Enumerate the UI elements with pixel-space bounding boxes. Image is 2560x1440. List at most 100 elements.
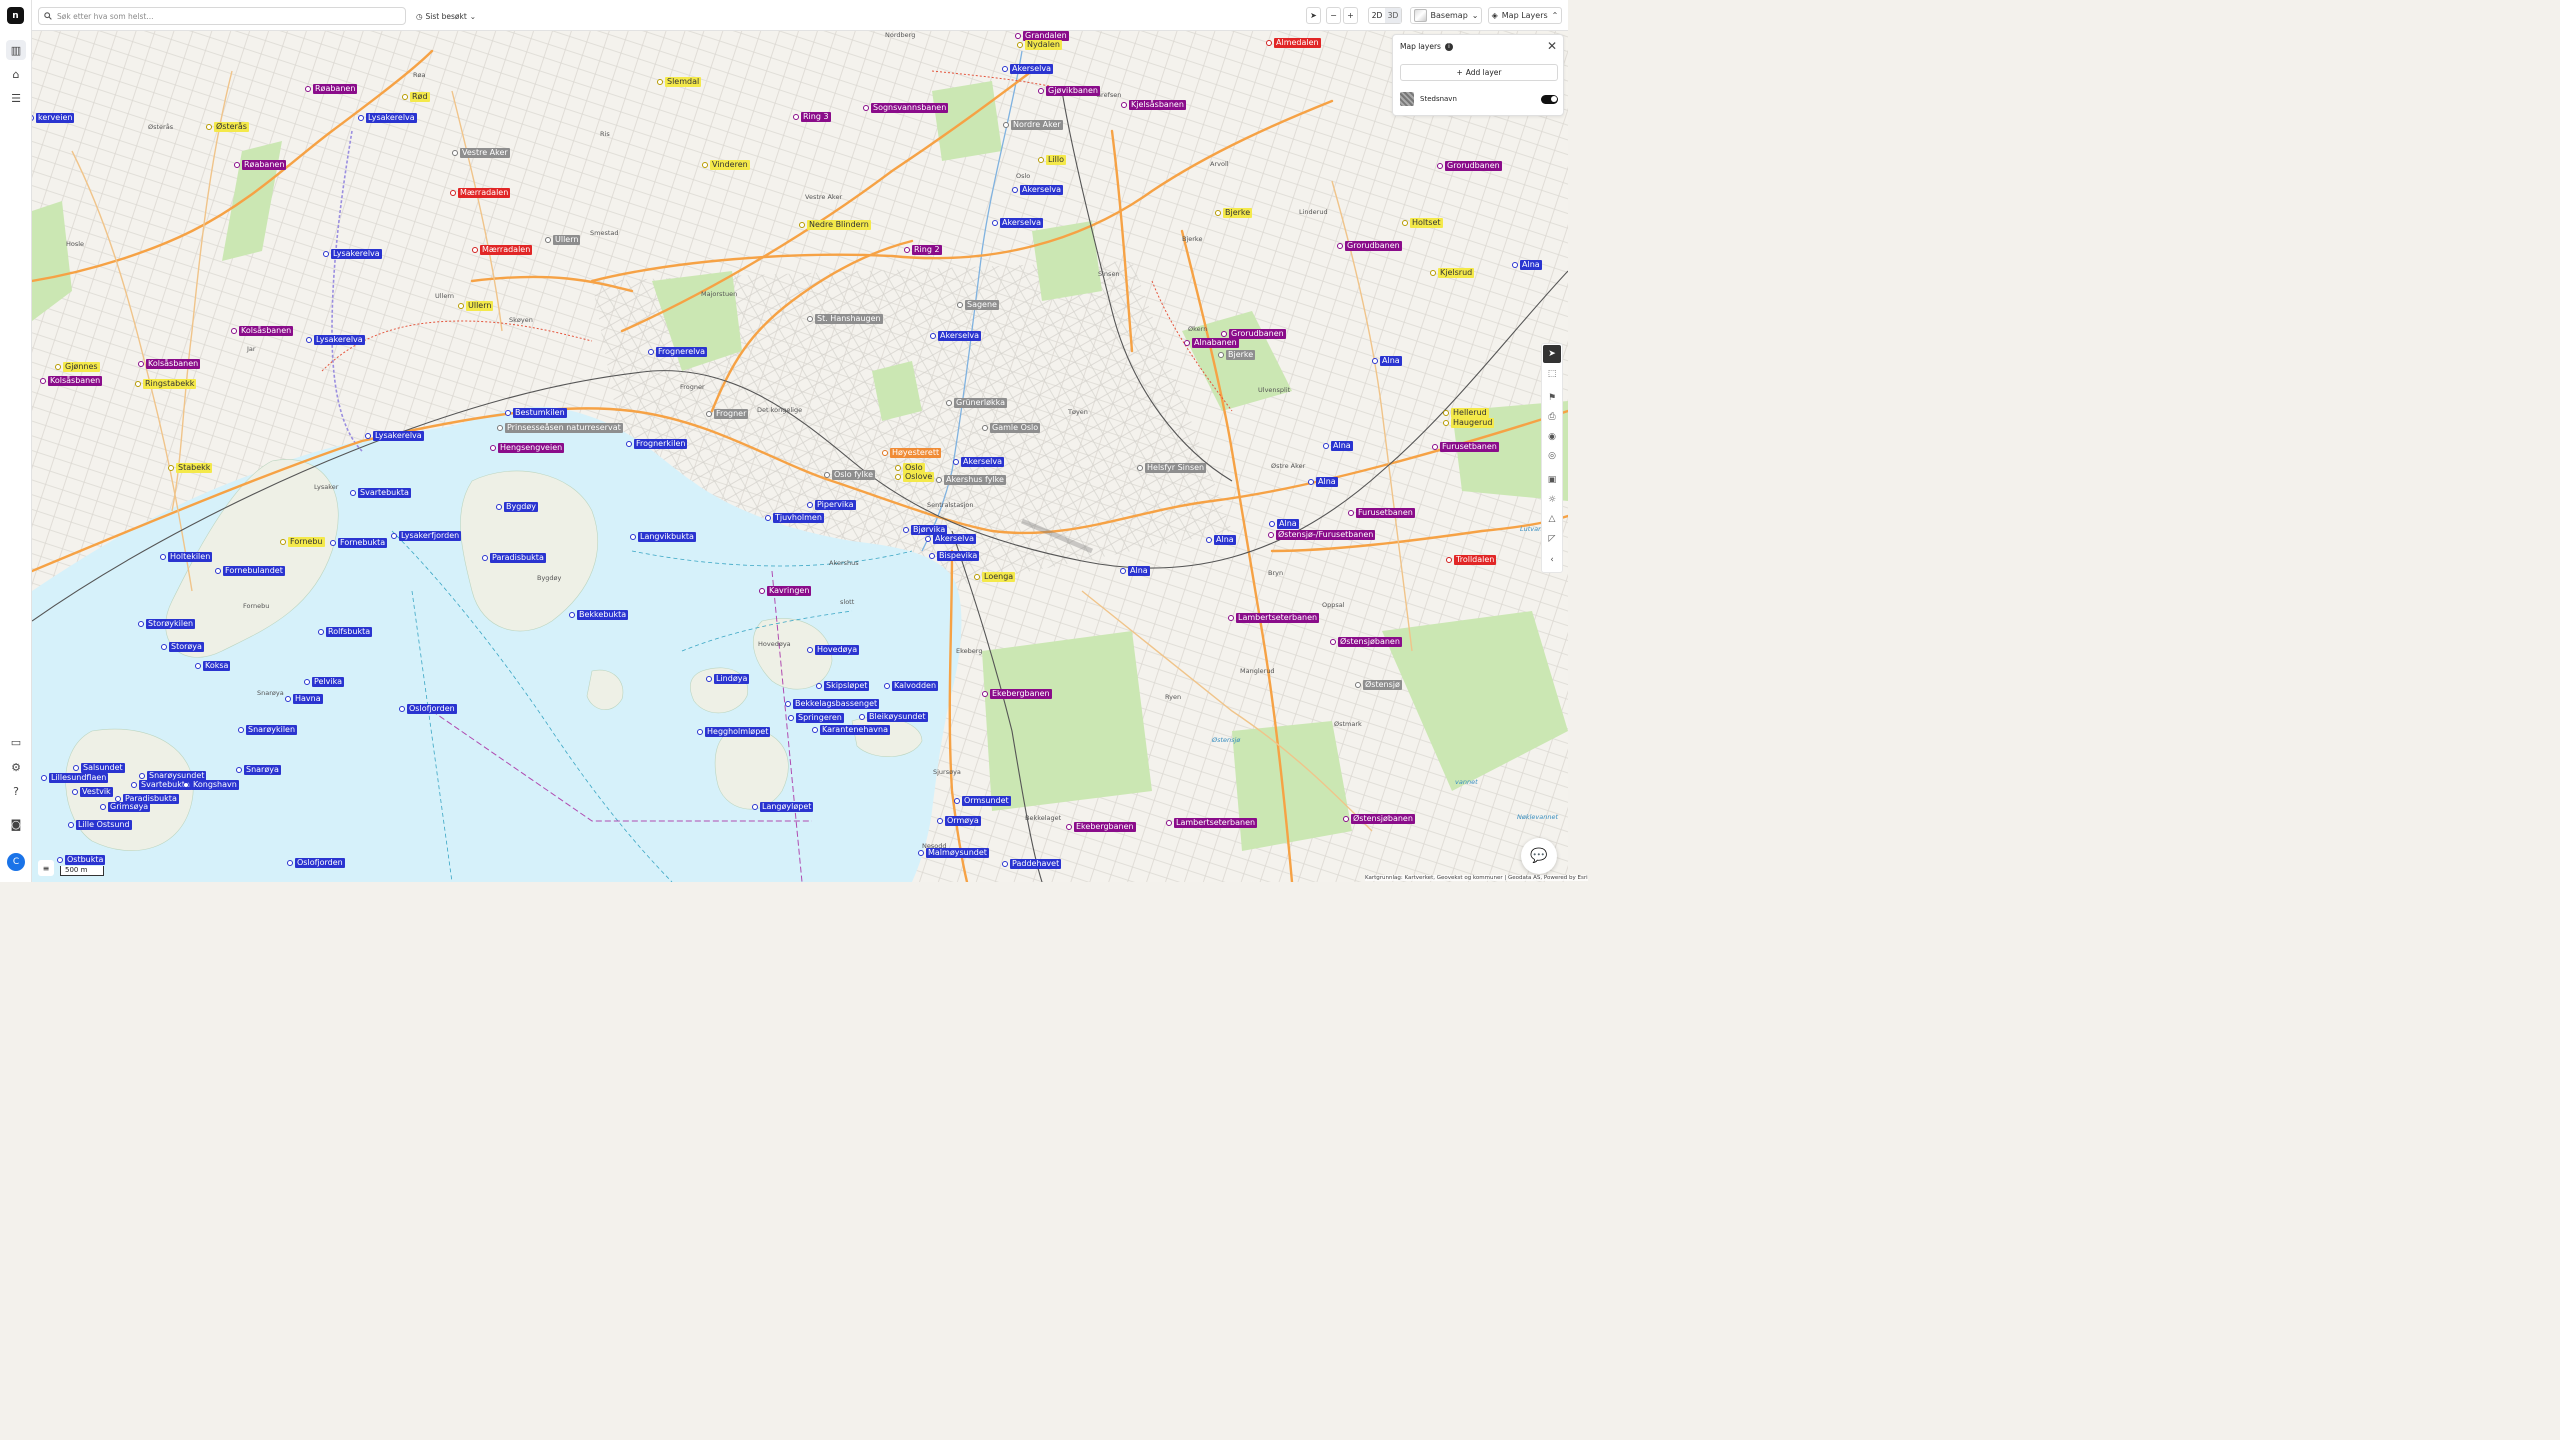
target-icon[interactable]: ◎ bbox=[1543, 447, 1561, 465]
place-label[interactable]: Kolsåsbanen bbox=[40, 376, 103, 386]
layer-visibility-toggle[interactable] bbox=[1541, 94, 1558, 104]
place-label[interactable]: Furusetbanen bbox=[1348, 508, 1415, 518]
basemap-button[interactable]: Basemap ⌄ bbox=[1410, 7, 1482, 24]
place-label[interactable]: Prinsesseåsen naturreservat bbox=[497, 423, 623, 433]
place-label[interactable]: Ringstabekk bbox=[135, 379, 197, 389]
place-label[interactable]: Ullern bbox=[458, 301, 494, 311]
place-label[interactable]: Kavringen bbox=[759, 586, 812, 596]
place-label[interactable]: kerveien bbox=[32, 113, 75, 123]
place-label[interactable]: Snarøya bbox=[236, 765, 281, 775]
place-label[interactable]: Fornebu bbox=[280, 537, 325, 547]
place-label[interactable]: Grimsøya bbox=[100, 802, 151, 812]
place-label[interactable]: Storøykilen bbox=[138, 619, 196, 629]
place-label[interactable]: Nydalen bbox=[1017, 40, 1062, 50]
list-icon[interactable]: ☰ bbox=[6, 88, 26, 108]
select-area-icon[interactable]: ⬚ bbox=[1543, 365, 1561, 383]
place-label[interactable]: Alna bbox=[1120, 566, 1150, 576]
place-label[interactable]: Akershus fylke bbox=[936, 475, 1006, 485]
record-icon[interactable]: ◙ bbox=[6, 814, 26, 834]
place-label[interactable]: Kjelsrud bbox=[1430, 268, 1475, 278]
place-label[interactable]: Heggholmløpet bbox=[697, 727, 771, 737]
place-label[interactable]: Ring 3 bbox=[793, 112, 831, 122]
app-logo[interactable]: n bbox=[7, 7, 24, 24]
place-label[interactable]: Alna bbox=[1323, 441, 1353, 451]
info-icon[interactable]: i bbox=[1444, 42, 1453, 51]
place-label[interactable]: Lillo bbox=[1038, 155, 1067, 165]
place-label[interactable]: Bjerke bbox=[1215, 208, 1253, 218]
add-layer-button[interactable]: + Add layer bbox=[1400, 64, 1558, 81]
place-label[interactable]: Skipsløpet bbox=[816, 681, 870, 691]
place-label[interactable]: Bleikøysundet bbox=[859, 712, 928, 722]
place-label[interactable]: Akerselva bbox=[953, 457, 1004, 467]
place-label[interactable]: Svartebukta bbox=[350, 488, 411, 498]
place-label[interactable]: Nedre Blindern bbox=[799, 220, 871, 230]
place-label[interactable]: Mærradalen bbox=[472, 245, 533, 255]
place-label[interactable]: Vestvik bbox=[72, 787, 113, 797]
zoom-in-button[interactable]: + bbox=[1343, 7, 1358, 24]
place-label[interactable]: Akerselva bbox=[992, 218, 1043, 228]
place-label[interactable]: Paddehavet bbox=[1002, 859, 1062, 869]
place-label[interactable]: Fornebulandet bbox=[215, 566, 285, 576]
place-label[interactable]: Trolldalen bbox=[1446, 555, 1497, 565]
place-label[interactable]: Gjønnes bbox=[55, 362, 100, 372]
place-label[interactable]: Gamle Oslo bbox=[982, 423, 1041, 433]
map-layers-button[interactable]: ◈ Map Layers ⌃ bbox=[1488, 7, 1562, 24]
place-label[interactable]: Tjuvholmen bbox=[765, 513, 824, 523]
place-label[interactable]: Kalvodden bbox=[884, 681, 939, 691]
place-label[interactable]: Hovedøya bbox=[807, 645, 860, 655]
place-label[interactable]: Snarøykilen bbox=[238, 725, 298, 735]
place-label[interactable]: Ring 2 bbox=[904, 245, 942, 255]
print-icon[interactable]: ⎙ bbox=[1543, 408, 1561, 426]
place-label[interactable]: Østensjøbanen bbox=[1330, 637, 1402, 647]
map-icon[interactable]: ▥ bbox=[6, 40, 26, 60]
triangle-icon[interactable]: ◸ bbox=[1543, 530, 1561, 548]
chat-icon[interactable]: ▭ bbox=[6, 732, 26, 752]
view-mode-toggle[interactable]: 2D 3D bbox=[1368, 7, 1402, 24]
place-label[interactable]: Almedalen bbox=[1266, 38, 1321, 48]
place-label[interactable]: Akerselva bbox=[925, 534, 976, 544]
place-label[interactable]: Frognerelva bbox=[648, 347, 707, 357]
camera-icon[interactable]: ◉ bbox=[1543, 428, 1561, 446]
place-label[interactable]: Gjøvikbanen bbox=[1038, 86, 1100, 96]
place-label[interactable]: Grorudbanen bbox=[1437, 161, 1502, 171]
place-label[interactable]: Fornebukta bbox=[330, 538, 388, 548]
place-label[interactable]: Holtset bbox=[1402, 218, 1443, 228]
gear-icon[interactable]: ⚙ bbox=[6, 757, 26, 777]
place-label[interactable]: Lindøya bbox=[706, 674, 750, 684]
place-label[interactable]: Alna bbox=[1512, 260, 1542, 270]
place-label[interactable]: Sognsvannsbanen bbox=[863, 103, 949, 113]
place-label[interactable]: Akerselva bbox=[1012, 185, 1063, 195]
place-label[interactable]: Lambertseterbanen bbox=[1228, 613, 1320, 623]
search-box[interactable] bbox=[38, 7, 406, 25]
place-label[interactable]: Lysakerelva bbox=[306, 335, 365, 345]
measure-icon[interactable]: △ bbox=[1543, 510, 1561, 528]
place-label[interactable]: Slemdal bbox=[657, 77, 702, 87]
place-label[interactable]: Ullern bbox=[545, 235, 581, 245]
package-icon[interactable]: ▣ bbox=[1543, 471, 1561, 489]
place-label[interactable]: Bispevika bbox=[929, 551, 980, 561]
place-label[interactable]: Høyesterett bbox=[882, 448, 942, 458]
place-label[interactable]: Malmøysundet bbox=[918, 848, 989, 858]
place-label[interactable]: Alna bbox=[1372, 356, 1402, 366]
place-label[interactable]: Alna bbox=[1269, 519, 1299, 529]
place-label[interactable]: Røabanen bbox=[234, 160, 287, 170]
place-label[interactable]: Ostbukta bbox=[57, 855, 106, 865]
place-label[interactable]: Østensjø bbox=[1355, 680, 1402, 690]
place-label[interactable]: Østensjø-/Furusetbanen bbox=[1268, 530, 1376, 540]
place-label[interactable]: Frognerkilen bbox=[626, 439, 688, 449]
place-label[interactable]: Loenga bbox=[974, 572, 1016, 582]
place-label[interactable]: Frogner bbox=[706, 409, 749, 419]
bookmark-icon[interactable]: ⚑ bbox=[1543, 389, 1561, 407]
place-label[interactable]: Pelvika bbox=[304, 677, 345, 687]
place-label[interactable]: Lillesundflaen bbox=[41, 773, 109, 783]
place-label[interactable]: Springeren bbox=[788, 713, 844, 723]
place-label[interactable]: Ekebergbanen bbox=[1066, 822, 1136, 832]
place-label[interactable]: Kolsåsbanen bbox=[231, 326, 294, 336]
place-label[interactable]: Salsundet bbox=[73, 763, 125, 773]
place-label[interactable]: Koksa bbox=[195, 661, 231, 671]
help-icon[interactable]: ? bbox=[6, 781, 26, 801]
place-label[interactable]: Lysakerelva bbox=[365, 431, 424, 441]
place-label[interactable]: Oslofjorden bbox=[287, 858, 345, 868]
place-label[interactable]: Ormøya bbox=[937, 816, 981, 826]
place-label[interactable]: Vestre Aker bbox=[452, 148, 510, 158]
